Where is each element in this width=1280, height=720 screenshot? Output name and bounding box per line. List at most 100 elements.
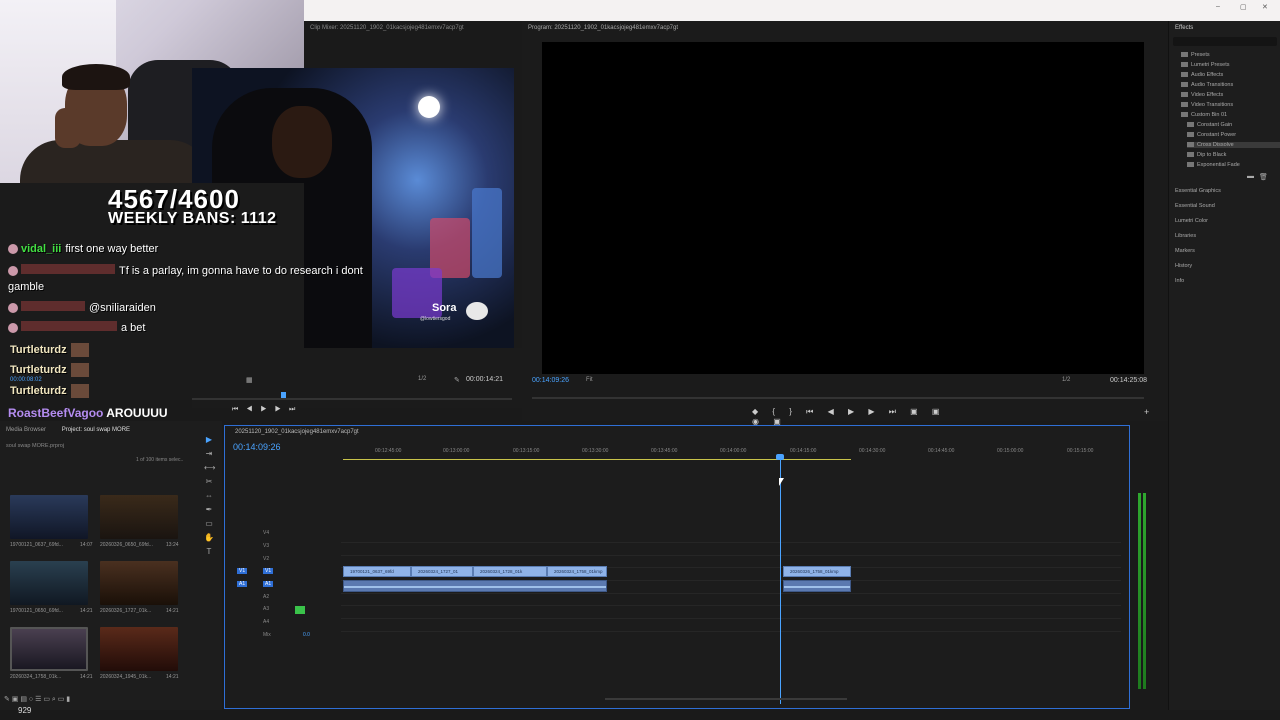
wrench-icon[interactable]: ✎ bbox=[454, 376, 460, 384]
audio-clip[interactable] bbox=[783, 580, 851, 592]
effects-search-input[interactable] bbox=[1173, 37, 1277, 46]
time-tick: 00:14:15:00 bbox=[790, 448, 817, 454]
effects-item[interactable]: Dip to Black bbox=[1187, 152, 1226, 158]
effects-item-selected[interactable]: Cross Dissolve bbox=[1187, 142, 1280, 148]
transition-icon bbox=[1187, 122, 1194, 128]
effects-title[interactable]: Effects bbox=[1175, 25, 1193, 31]
panel-link[interactable]: History bbox=[1175, 263, 1192, 269]
timeline-scrollbar[interactable] bbox=[605, 698, 847, 700]
maximize-icon[interactable]: ▢ bbox=[1240, 3, 1247, 11]
clip-thumbnail[interactable] bbox=[10, 495, 88, 539]
track-header-a1[interactable]: A1 A1 bbox=[233, 581, 341, 593]
source-monitor-title[interactable]: Clip Mixer: 20251120_1902_01kacsjojeg481… bbox=[310, 25, 464, 31]
source-monitor-controls: ▦ 1/2 ✎ 00:00:14:21 ⏮◀▶▶⏭ bbox=[192, 348, 522, 413]
track-header-v4[interactable]: V4 bbox=[233, 530, 341, 542]
rectangle-tool-icon[interactable]: ▭ bbox=[204, 519, 214, 528]
video-clip[interactable]: 20260326_1758_01kmp bbox=[783, 566, 851, 577]
project-toolbar[interactable]: ✎ ▣ ▤ ○ ☰ ▭ ⌕ ▭ ▮ bbox=[4, 695, 70, 704]
work-area-bar[interactable] bbox=[343, 459, 851, 460]
folder-icon bbox=[1181, 62, 1188, 68]
track-header-v1[interactable]: V1 V1 bbox=[233, 568, 341, 580]
minimize-icon[interactable]: – bbox=[1216, 3, 1220, 10]
hand-tool-icon[interactable]: ✋ bbox=[204, 533, 214, 542]
track-select-tool-icon[interactable]: ⇥ bbox=[204, 449, 214, 458]
track-header-a2[interactable]: A2 bbox=[233, 594, 341, 606]
item-count: 1 of 100 items selec.. bbox=[136, 457, 184, 463]
effects-item[interactable]: Audio Transitions bbox=[1181, 82, 1233, 88]
panel-link[interactable]: Libraries bbox=[1175, 233, 1196, 239]
effects-item[interactable]: Exponential Fade bbox=[1187, 162, 1240, 168]
time-tick: 00:13:30:00 bbox=[582, 448, 609, 454]
type-tool-icon[interactable]: T bbox=[204, 547, 214, 556]
solo-toggle[interactable] bbox=[295, 606, 305, 614]
program-transport[interactable]: ◆ { } ⏮ ◀ ▶ ▶ ⏭ ▣ ▣ ◉ ▣ bbox=[752, 407, 952, 426]
program-fit-select[interactable]: Fit bbox=[586, 377, 593, 383]
clip-thumbnail[interactable] bbox=[10, 561, 88, 605]
emote-icon bbox=[70, 384, 89, 398]
track-header-v2[interactable]: V2 bbox=[233, 556, 341, 568]
panel-link[interactable]: Essential Sound bbox=[1175, 203, 1215, 209]
effects-item[interactable]: Audio Effects bbox=[1181, 72, 1223, 78]
effects-item[interactable]: Constant Gain bbox=[1187, 122, 1232, 128]
clip-thumbnail[interactable] bbox=[100, 627, 178, 671]
clip-thumbnail[interactable] bbox=[100, 561, 178, 605]
sora-watermark: Sora bbox=[432, 302, 457, 314]
time-tick: 00:15:00:00 bbox=[997, 448, 1024, 454]
timeline-timecode[interactable]: 00:14:09:26 bbox=[233, 442, 281, 452]
track-header-mix[interactable]: Mix 0.0 bbox=[233, 632, 341, 644]
panel-link[interactable]: Essential Graphics bbox=[1175, 188, 1221, 194]
audio-clip[interactable] bbox=[343, 580, 607, 592]
razor-tool-icon[interactable]: ✂ bbox=[204, 477, 214, 486]
video-clip[interactable]: 20260324_1728_01k bbox=[473, 566, 547, 577]
sequence-tab[interactable]: 20251120_1902_01kacsjojeg481emxv7acp7gt bbox=[235, 429, 359, 435]
chat-line: @sniliaraiden bbox=[8, 301, 156, 314]
panel-link[interactable]: Markers bbox=[1175, 248, 1195, 254]
effects-item[interactable]: Video Effects bbox=[1181, 92, 1223, 98]
pen-tool-icon[interactable]: ✒ bbox=[204, 505, 214, 514]
program-ratio-select[interactable]: 1/2 bbox=[1062, 377, 1070, 383]
source-ratio[interactable]: 1/2 bbox=[418, 376, 426, 382]
thumbnail-duration: 14:21 bbox=[166, 608, 179, 614]
video-clip[interactable]: 20260324_1758_01kmp bbox=[547, 566, 607, 577]
source-transport[interactable]: ⏮◀▶▶⏭ bbox=[232, 406, 303, 414]
close-icon[interactable]: ✕ bbox=[1262, 3, 1268, 11]
thumbnail-duration: 14:21 bbox=[80, 674, 93, 680]
video-clip[interactable]: 19700121_0637_69fd bbox=[343, 566, 411, 577]
source-playhead[interactable] bbox=[281, 392, 286, 398]
trash-icon[interactable]: 🗑 bbox=[1259, 173, 1268, 181]
track-header-a4[interactable]: A4 bbox=[233, 619, 341, 631]
program-scrubber[interactable] bbox=[532, 397, 1144, 399]
selection-tool-icon[interactable]: ▶ bbox=[204, 435, 214, 444]
effects-item[interactable]: Custom Bin 01 bbox=[1181, 112, 1227, 118]
program-monitor-title[interactable]: Program: 20251120_1902_01kacsjojeg481emx… bbox=[528, 25, 678, 31]
chat-line: a bet bbox=[8, 321, 145, 334]
clip-thumbnail[interactable] bbox=[100, 495, 178, 539]
track-header-a3[interactable]: A3 bbox=[233, 606, 341, 618]
video-clip[interactable]: 20260324_1727_01 bbox=[411, 566, 473, 577]
effects-item[interactable]: Video Transitions bbox=[1181, 102, 1233, 108]
playhead[interactable] bbox=[780, 456, 781, 704]
panel-link[interactable]: Lumetri Color bbox=[1175, 218, 1208, 224]
thumbnail-duration: 14:07 bbox=[80, 542, 93, 548]
settings-icon[interactable]: ▦ bbox=[246, 376, 253, 384]
window-titlebar: – ▢ ✕ bbox=[304, 0, 1280, 21]
chat-user: Turtleturdz bbox=[10, 363, 89, 377]
program-timecode[interactable]: 00:14:09:26 bbox=[532, 377, 569, 384]
new-bin-icon[interactable]: ▬ bbox=[1247, 173, 1254, 180]
effects-item[interactable]: Constant Power bbox=[1187, 132, 1236, 138]
slip-tool-icon[interactable]: ⇔ bbox=[204, 491, 214, 500]
program-duration: 00:14:25:08 bbox=[1110, 377, 1147, 384]
clip-thumbnail-selected[interactable] bbox=[10, 627, 88, 671]
effects-item[interactable]: Presets bbox=[1181, 52, 1210, 58]
source-scrubber[interactable] bbox=[192, 398, 512, 400]
add-button-icon[interactable]: + bbox=[1144, 407, 1149, 417]
thumbnail-duration: 13:24 bbox=[166, 542, 179, 548]
time-tick: 00:14:00:00 bbox=[720, 448, 747, 454]
panel-link[interactable]: Info bbox=[1175, 278, 1184, 284]
ripple-edit-tool-icon[interactable]: ⟷ bbox=[204, 463, 215, 472]
track-header-v3[interactable]: V3 bbox=[233, 543, 341, 555]
tab-project[interactable]: Project: soul swap MORE bbox=[62, 427, 130, 433]
tab-media-browser[interactable]: Media Browser bbox=[6, 427, 46, 433]
weekly-bans: WEEKLY BANS: 1112 bbox=[108, 210, 277, 227]
effects-item[interactable]: Lumetri Presets bbox=[1181, 62, 1230, 68]
